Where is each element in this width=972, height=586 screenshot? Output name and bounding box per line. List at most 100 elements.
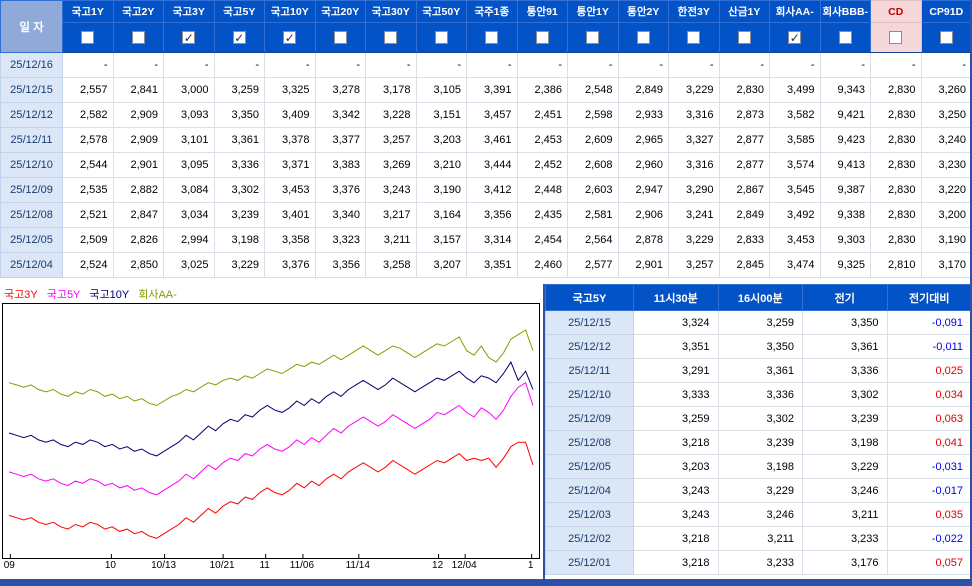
detail-row[interactable]: 25/12/04 3,243 3,229 3,246 -0,017: [545, 478, 972, 503]
rate-cell: 3,211: [365, 227, 417, 253]
column-checkbox-국고3Y[interactable]: ✓: [182, 31, 196, 44]
rate-cell: 2,598: [567, 102, 619, 128]
column-checkbox-국고1Y[interactable]: [81, 31, 95, 44]
column-checkbox-cell[interactable]: [567, 22, 619, 53]
column-header-통안2Y[interactable]: 통안2Y: [617, 0, 669, 23]
rates-row[interactable]: 25/12/08 2,521 2,847 3,034 3,239 3,401 3,340 3,…: [0, 202, 972, 228]
column-checkbox-회사BBB-[interactable]: [838, 31, 852, 44]
rates-row[interactable]: 25/12/09 2,535 2,882 3,084 3,302 3,453 3,376 3,…: [0, 177, 972, 203]
column-checkbox-cell[interactable]: ✓: [163, 22, 215, 53]
rate-cell: 2,548: [567, 77, 619, 103]
column-header-국고50Y[interactable]: 국고50Y: [415, 0, 467, 23]
rate-cell: -: [415, 52, 467, 78]
rates-row[interactable]: 25/12/12 2,582 2,909 3,093 3,350 3,409 3,342 3,…: [0, 102, 972, 128]
column-checkbox-cell[interactable]: ✓: [264, 22, 316, 53]
column-header-국고3Y[interactable]: 국고3Y: [163, 0, 215, 23]
column-checkbox-국고20Y[interactable]: [333, 31, 347, 44]
column-header-회사BBB-[interactable]: 회사BBB-: [819, 0, 871, 23]
detail-column-header[interactable]: 16시00분: [717, 284, 803, 311]
column-checkbox-cell[interactable]: [920, 22, 972, 53]
column-checkbox-cell[interactable]: [112, 22, 164, 53]
column-checkbox-cell[interactable]: [415, 22, 467, 53]
column-header-국주1종[interactable]: 국주1종: [466, 0, 518, 23]
rate-cell: -: [769, 52, 821, 78]
column-checkbox-통안1Y[interactable]: [586, 31, 600, 44]
column-header-국고1Y[interactable]: 국고1Y: [62, 0, 114, 23]
detail-row[interactable]: 25/12/10 3,333 3,336 3,302 0,034: [545, 382, 972, 407]
column-checkbox-cell[interactable]: [62, 22, 114, 53]
column-header-통안91[interactable]: 통안91: [516, 0, 568, 23]
column-checkbox-국고5Y[interactable]: ✓: [232, 31, 246, 44]
column-checkbox-통안91[interactable]: [535, 31, 549, 44]
column-checkbox-cell[interactable]: [718, 22, 770, 53]
column-header-회사AA-[interactable]: 회사AA-: [769, 0, 821, 23]
column-checkbox-cell[interactable]: ✓: [213, 22, 265, 53]
rates-row[interactable]: 25/12/11 2,578 2,909 3,101 3,361 3,378 3,377 3,…: [0, 127, 972, 153]
change-cell: 0,025: [886, 358, 972, 383]
rates-row[interactable]: 25/12/10 2,544 2,901 3,095 3,336 3,371 3,383 3,…: [0, 152, 972, 178]
rate-cell: 2,557: [62, 77, 114, 103]
rates-row[interactable]: 25/12/15 2,557 2,841 3,000 3,259 3,325 3,278 3,…: [0, 77, 972, 103]
column-checkbox-국고10Y[interactable]: ✓: [283, 31, 297, 44]
column-checkbox-cell[interactable]: [870, 22, 922, 53]
column-header-국고10Y[interactable]: 국고10Y: [264, 0, 316, 23]
detail-row[interactable]: 25/12/02 3,218 3,211 3,233 -0,022: [545, 526, 972, 551]
column-checkbox-cell[interactable]: [819, 22, 871, 53]
column-checkbox-cell[interactable]: [365, 22, 417, 53]
column-checkbox-cell[interactable]: ✓: [769, 22, 821, 53]
column-checkbox-통안2Y[interactable]: [636, 31, 650, 44]
column-checkbox-cell[interactable]: [617, 22, 669, 53]
column-checkbox-CD[interactable]: [889, 31, 903, 44]
column-header-CP91D[interactable]: CP91D: [920, 0, 972, 23]
column-checkbox-cell[interactable]: [668, 22, 720, 53]
column-header-산금1Y[interactable]: 산금1Y: [718, 0, 770, 23]
column-checkbox-CP91D[interactable]: [939, 31, 953, 44]
rate-cell: 3,585: [769, 127, 821, 153]
column-header-국고2Y[interactable]: 국고2Y: [112, 0, 164, 23]
date-cell: 25/12/12: [0, 102, 63, 128]
change-cell: 0,063: [886, 406, 972, 431]
rate-cell: -: [668, 52, 720, 78]
rate-cell: 2,544: [62, 152, 114, 178]
column-header-CD[interactable]: CD: [870, 0, 922, 23]
detail-column-header[interactable]: 전기대비: [886, 284, 972, 311]
rates-row[interactable]: 25/12/16- - - - - - - - - - - - - - - - - -: [0, 52, 972, 78]
detail-row[interactable]: 25/12/09 3,259 3,302 3,239 0,063: [545, 406, 972, 431]
column-checkbox-cell[interactable]: [314, 22, 366, 53]
column-header-국고30Y[interactable]: 국고30Y: [365, 0, 417, 23]
yield-history-chart[interactable]: [2, 303, 540, 559]
rate-cell: 3,151: [415, 102, 467, 128]
detail-row[interactable]: 25/12/03 3,243 3,246 3,211 0,035: [545, 502, 972, 527]
column-checkbox-국고2Y[interactable]: [131, 31, 145, 44]
rate-cell: 3,461: [466, 127, 518, 153]
change-cell: 0,041: [886, 430, 972, 455]
detail-row[interactable]: 25/12/12 3,351 3,350 3,361 -0,011: [545, 334, 972, 359]
column-checkbox-cell[interactable]: [516, 22, 568, 53]
column-checkbox-국주1종[interactable]: [485, 31, 499, 44]
column-header-국고20Y[interactable]: 국고20Y: [314, 0, 366, 23]
detail-column-header[interactable]: 11시30분: [633, 284, 719, 311]
detail-row[interactable]: 25/12/05 3,203 3,198 3,229 -0,031: [545, 454, 972, 479]
value-1130-cell: 3,351: [633, 334, 719, 359]
rates-row[interactable]: 25/12/05 2,509 2,826 2,994 3,198 3,358 3,323 3,…: [0, 227, 972, 253]
detail-column-header[interactable]: 전기: [802, 284, 888, 311]
rate-cell: 2,849: [718, 202, 770, 228]
column-checkbox-한전3Y[interactable]: [687, 31, 701, 44]
rates-row[interactable]: 25/12/04 2,524 2,850 3,025 3,229 3,376 3,356 3,…: [0, 252, 972, 278]
column-header-한전3Y[interactable]: 한전3Y: [668, 0, 720, 23]
column-checkbox-국고50Y[interactable]: [434, 31, 448, 44]
column-checkbox-산금1Y[interactable]: [737, 31, 751, 44]
column-header-통안1Y[interactable]: 통안1Y: [567, 0, 619, 23]
detail-row[interactable]: 25/12/08 3,218 3,239 3,198 0,041: [545, 430, 972, 455]
rate-cell: 2,877: [718, 127, 770, 153]
detail-row[interactable]: 25/12/01 3,218 3,233 3,176 0,057: [545, 550, 972, 575]
detail-row[interactable]: 25/12/15 3,324 3,259 3,350 -0,091: [545, 310, 972, 335]
rate-cell: 3,323: [314, 227, 366, 253]
detail-series-header[interactable]: 국고5Y: [545, 284, 634, 311]
rate-cell: 2,909: [112, 102, 164, 128]
column-checkbox-국고30Y[interactable]: [384, 31, 398, 44]
column-header-국고5Y[interactable]: 국고5Y: [213, 0, 265, 23]
detail-row[interactable]: 25/12/11 3,291 3,361 3,336 0,025: [545, 358, 972, 383]
column-checkbox-회사AA-[interactable]: ✓: [788, 31, 802, 44]
column-checkbox-cell[interactable]: [466, 22, 518, 53]
